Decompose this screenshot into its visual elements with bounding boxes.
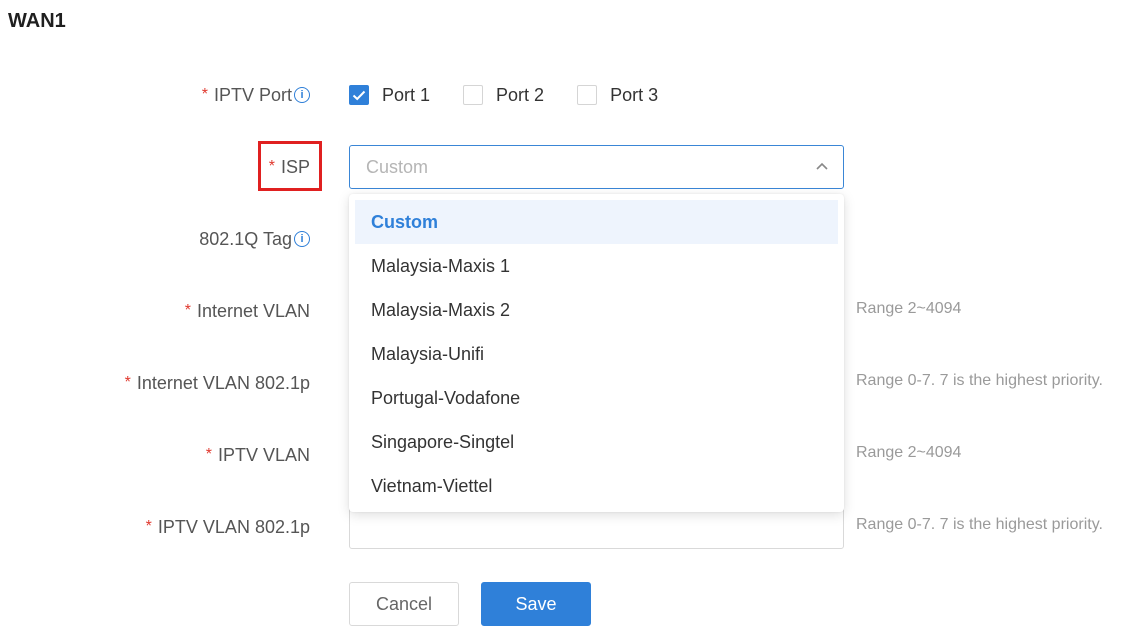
port-3-checkbox[interactable]: Port 3 [577,85,658,106]
isp-select-value: Custom [366,156,429,177]
cancel-button[interactable]: Cancel [349,582,459,626]
isp-option-malaysia-unifi[interactable]: Malaysia-Unifi [355,332,838,376]
required-mark: * [201,86,208,103]
isp-option-singapore-singtel[interactable]: Singapore-Singtel [355,420,838,464]
required-mark: * [145,518,152,535]
iptv-vlan-label: * IPTV VLAN [206,440,310,470]
port-3-label: Port 3 [610,84,659,105]
internet-vlan-8021p-hint: Range 0-7. 7 is the highest priority. [856,372,1103,389]
iptv-port-label: * IPTV Port i [202,80,310,110]
port-2-checkbox[interactable]: Port 2 [463,85,544,106]
isp-option-custom[interactable]: Custom [355,200,838,244]
port-2-label: Port 2 [496,84,545,105]
isp-dropdown-menu: Custom Malaysia-Maxis 1 Malaysia-Maxis 2… [349,194,844,512]
iptv-port-checkbox-group: Port 1 Port 2 Port 3 [349,82,691,108]
internet-vlan-label-text: Internet VLAN [196,300,310,321]
internet-vlan-hint: Range 2~4094 [856,300,962,317]
iptv-vlan-8021p-label-text: IPTV VLAN 802.1p [157,516,310,537]
wan1-settings-form: WAN1 * IPTV Port i Port 1 Port 2 Port 3 … [0,0,1130,632]
info-icon[interactable]: i [294,87,310,103]
isp-option-vietnam-viettel[interactable]: Vietnam-Viettel [355,464,838,508]
port-1-label: Port 1 [382,84,431,105]
internet-vlan-label: * Internet VLAN [185,296,310,326]
isp-label-text: ISP [280,156,310,177]
iptv-vlan-hint: Range 2~4094 [856,444,962,461]
tag-8021q-label-text: 802.1Q Tag [199,228,292,249]
isp-label: * ISP [269,152,310,182]
required-mark: * [184,302,191,319]
isp-option-malaysia-maxis-1[interactable]: Malaysia-Maxis 1 [355,244,838,288]
iptv-vlan-8021p-hint: Range 0-7. 7 is the highest priority. [856,516,1103,533]
checkbox-unchecked-icon[interactable] [577,85,598,105]
isp-option-malaysia-maxis-2[interactable]: Malaysia-Maxis 2 [355,288,838,332]
iptv-vlan-label-text: IPTV VLAN [217,444,310,465]
iptv-port-label-text: IPTV Port [213,84,292,105]
chevron-up-icon[interactable] [815,160,829,179]
required-mark: * [268,158,275,175]
tag-8021q-label: 802.1Q Tag i [199,224,310,254]
required-mark: * [205,446,212,463]
checkbox-checked-icon[interactable] [349,85,369,105]
isp-select[interactable]: Custom [349,145,844,189]
checkbox-unchecked-icon[interactable] [463,85,484,105]
iptv-vlan-8021p-label: * IPTV VLAN 802.1p [146,512,310,542]
required-mark: * [124,374,131,391]
internet-vlan-8021p-label-text: Internet VLAN 802.1p [136,372,310,393]
info-icon[interactable]: i [294,231,310,247]
save-button[interactable]: Save [481,582,591,626]
isp-option-portugal-vodafone[interactable]: Portugal-Vodafone [355,376,838,420]
internet-vlan-8021p-label: * Internet VLAN 802.1p [125,368,310,398]
section-title: WAN1 [8,10,66,32]
port-1-checkbox[interactable]: Port 1 [349,85,430,106]
